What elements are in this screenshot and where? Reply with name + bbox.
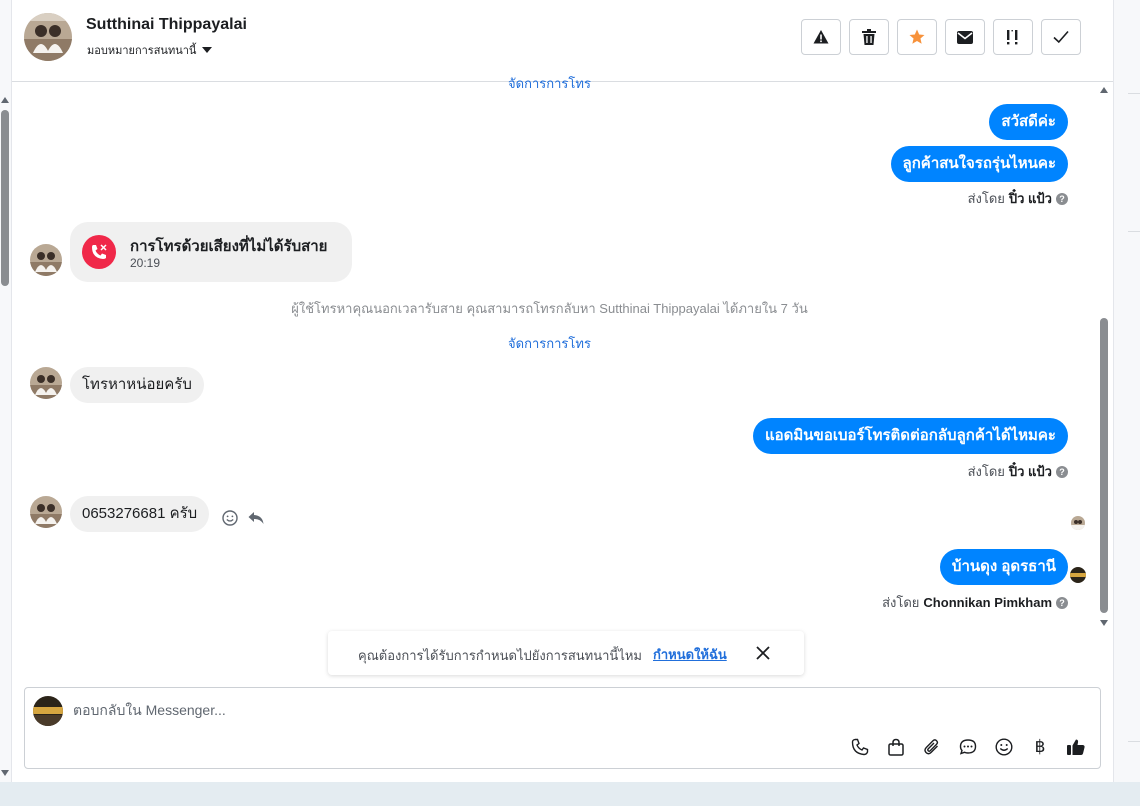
help-icon[interactable]: ?	[1056, 465, 1068, 478]
page-bottom-band	[0, 782, 1140, 806]
missed-call-card[interactable]: การโทรด้วยเสียงที่ไม่ได้รับสาย 20:19	[70, 222, 352, 282]
star-icon	[909, 29, 925, 44]
caret-down-icon	[202, 47, 213, 53]
outgoing-message[interactable]: ลูกค้าสนใจรถรุ่นไหนคะ	[890, 146, 1068, 182]
follow-up-button[interactable]	[993, 19, 1033, 55]
mark-unread-button[interactable]	[945, 19, 985, 55]
spam-button[interactable]	[801, 19, 841, 55]
mark-done-button[interactable]	[1041, 19, 1081, 55]
sent-by-prefix: ส่งโดย	[967, 464, 1005, 479]
scroll-down-arrow[interactable]	[1, 770, 9, 776]
reply-input[interactable]	[73, 702, 973, 718]
incoming-message[interactable]: โทรหาหน่อยครับ	[70, 367, 204, 403]
star-button[interactable]	[897, 19, 937, 55]
message-scrollbar[interactable]	[1100, 83, 1110, 633]
scrollbar-thumb[interactable]	[1100, 318, 1108, 613]
outgoing-message[interactable]: บ้านดุง อุดรธานี	[939, 549, 1068, 585]
missed-call-time: 20:19	[130, 256, 161, 270]
shopping-bag-icon[interactable]	[885, 736, 907, 758]
conversation-panel: Sutthinai Thippayalai มอบหมายการสนทนานี้	[12, 0, 1113, 782]
right-panel-edge	[1113, 0, 1140, 782]
assign-prompt-banner: คุณต้องการได้รับการกำหนดไปยังการสนทนานี้…	[328, 631, 804, 675]
read-receipt-avatar	[1071, 516, 1085, 530]
outgoing-message[interactable]: แอดมินขอเบอร์โทรติดต่อกลับลูกค้าได้ไหมคะ	[753, 418, 1068, 454]
conversation-header: Sutthinai Thippayalai มอบหมายการสนทนานี้	[12, 0, 1113, 82]
help-icon[interactable]: ?	[1056, 596, 1068, 609]
sender-name: Chonnikan Pimkham	[923, 595, 1052, 610]
sender-name: ปิ๋ว แป้ว	[1008, 191, 1052, 206]
outgoing-message[interactable]: สวัสดีค่ะ	[989, 104, 1068, 140]
envelope-icon	[957, 30, 973, 44]
message-list[interactable]: จัดการการโทร สวัสดีค่ะ ลูกค้าสนใจรถรุ่นไ…	[12, 76, 1113, 633]
composer-actions: ฿	[849, 736, 1087, 758]
reply-icon[interactable]	[248, 511, 264, 525]
sent-by-label: ส่งโดย ปิ๋ว แป้ว ?	[968, 188, 1068, 209]
reply-composer: ฿	[24, 687, 1101, 769]
conversation-toolbar	[801, 19, 1081, 55]
missed-call-title: การโทรด้วยเสียงที่ไม่ได้รับสาย	[130, 238, 328, 255]
incoming-message[interactable]: 0653276681 ครับ	[70, 496, 210, 532]
assign-conversation-dropdown[interactable]: มอบหมายการสนทนานี้	[87, 41, 213, 59]
sent-by-label: ส่งโดย ปิ๋ว แป้ว ?	[968, 461, 1068, 482]
page-avatar	[33, 696, 63, 726]
contact-name[interactable]: Sutthinai Thippayalai	[86, 16, 247, 34]
react-emoji-icon[interactable]	[222, 510, 238, 526]
assign-prompt-text: คุณต้องการได้รับการกำหนดไปยังการสนทนานี้…	[358, 648, 642, 663]
missed-call-icon	[82, 235, 116, 269]
delete-button[interactable]	[849, 19, 889, 55]
scroll-down-arrow[interactable]	[1100, 620, 1108, 626]
phone-icon[interactable]	[849, 736, 871, 758]
scroll-up-arrow[interactable]	[1, 97, 9, 103]
left-scrollbar[interactable]	[0, 0, 12, 782]
check-icon	[1053, 30, 1069, 44]
saved-reply-icon[interactable]	[957, 736, 979, 758]
sender-name: ปิ๋ว แป้ว	[1008, 464, 1052, 479]
flag-exclamation-icon	[1007, 30, 1018, 45]
contact-avatar-small	[30, 496, 62, 528]
contact-avatar-small	[30, 244, 62, 276]
manage-calls-link-top[interactable]: จัดการการโทร	[12, 73, 1087, 94]
sent-by-label: ส่งโดย Chonnikan Pimkham ?	[882, 592, 1068, 613]
contact-avatar[interactable]	[24, 13, 72, 61]
paperclip-icon[interactable]	[921, 736, 943, 758]
sent-by-prefix: ส่งโดย	[882, 595, 920, 610]
sent-by-prefix: ส่งโดย	[967, 191, 1005, 206]
scrollbar-thumb[interactable]	[1, 110, 9, 286]
assign-label: มอบหมายการสนทนานี้	[87, 45, 197, 57]
contact-avatar-small	[30, 367, 62, 399]
baht-icon[interactable]: ฿	[1029, 736, 1051, 758]
help-icon[interactable]: ?	[1056, 192, 1068, 205]
warning-icon	[813, 30, 829, 44]
assign-to-me-link[interactable]: กำหนดให้ฉัน	[653, 644, 727, 665]
message-actions	[222, 510, 264, 526]
sender-avatar	[1070, 567, 1086, 583]
system-note: ผู้ใช้โทรหาคุณนอกเวลารับสาย คุณสามารถโทร…	[291, 301, 808, 316]
emoji-icon[interactable]	[993, 736, 1015, 758]
thumbs-up-icon[interactable]	[1065, 736, 1087, 758]
manage-calls-link[interactable]: จัดการการโทร	[12, 333, 1087, 354]
trash-icon	[862, 29, 876, 45]
scroll-up-arrow[interactable]	[1100, 87, 1108, 93]
close-icon[interactable]	[753, 643, 773, 663]
